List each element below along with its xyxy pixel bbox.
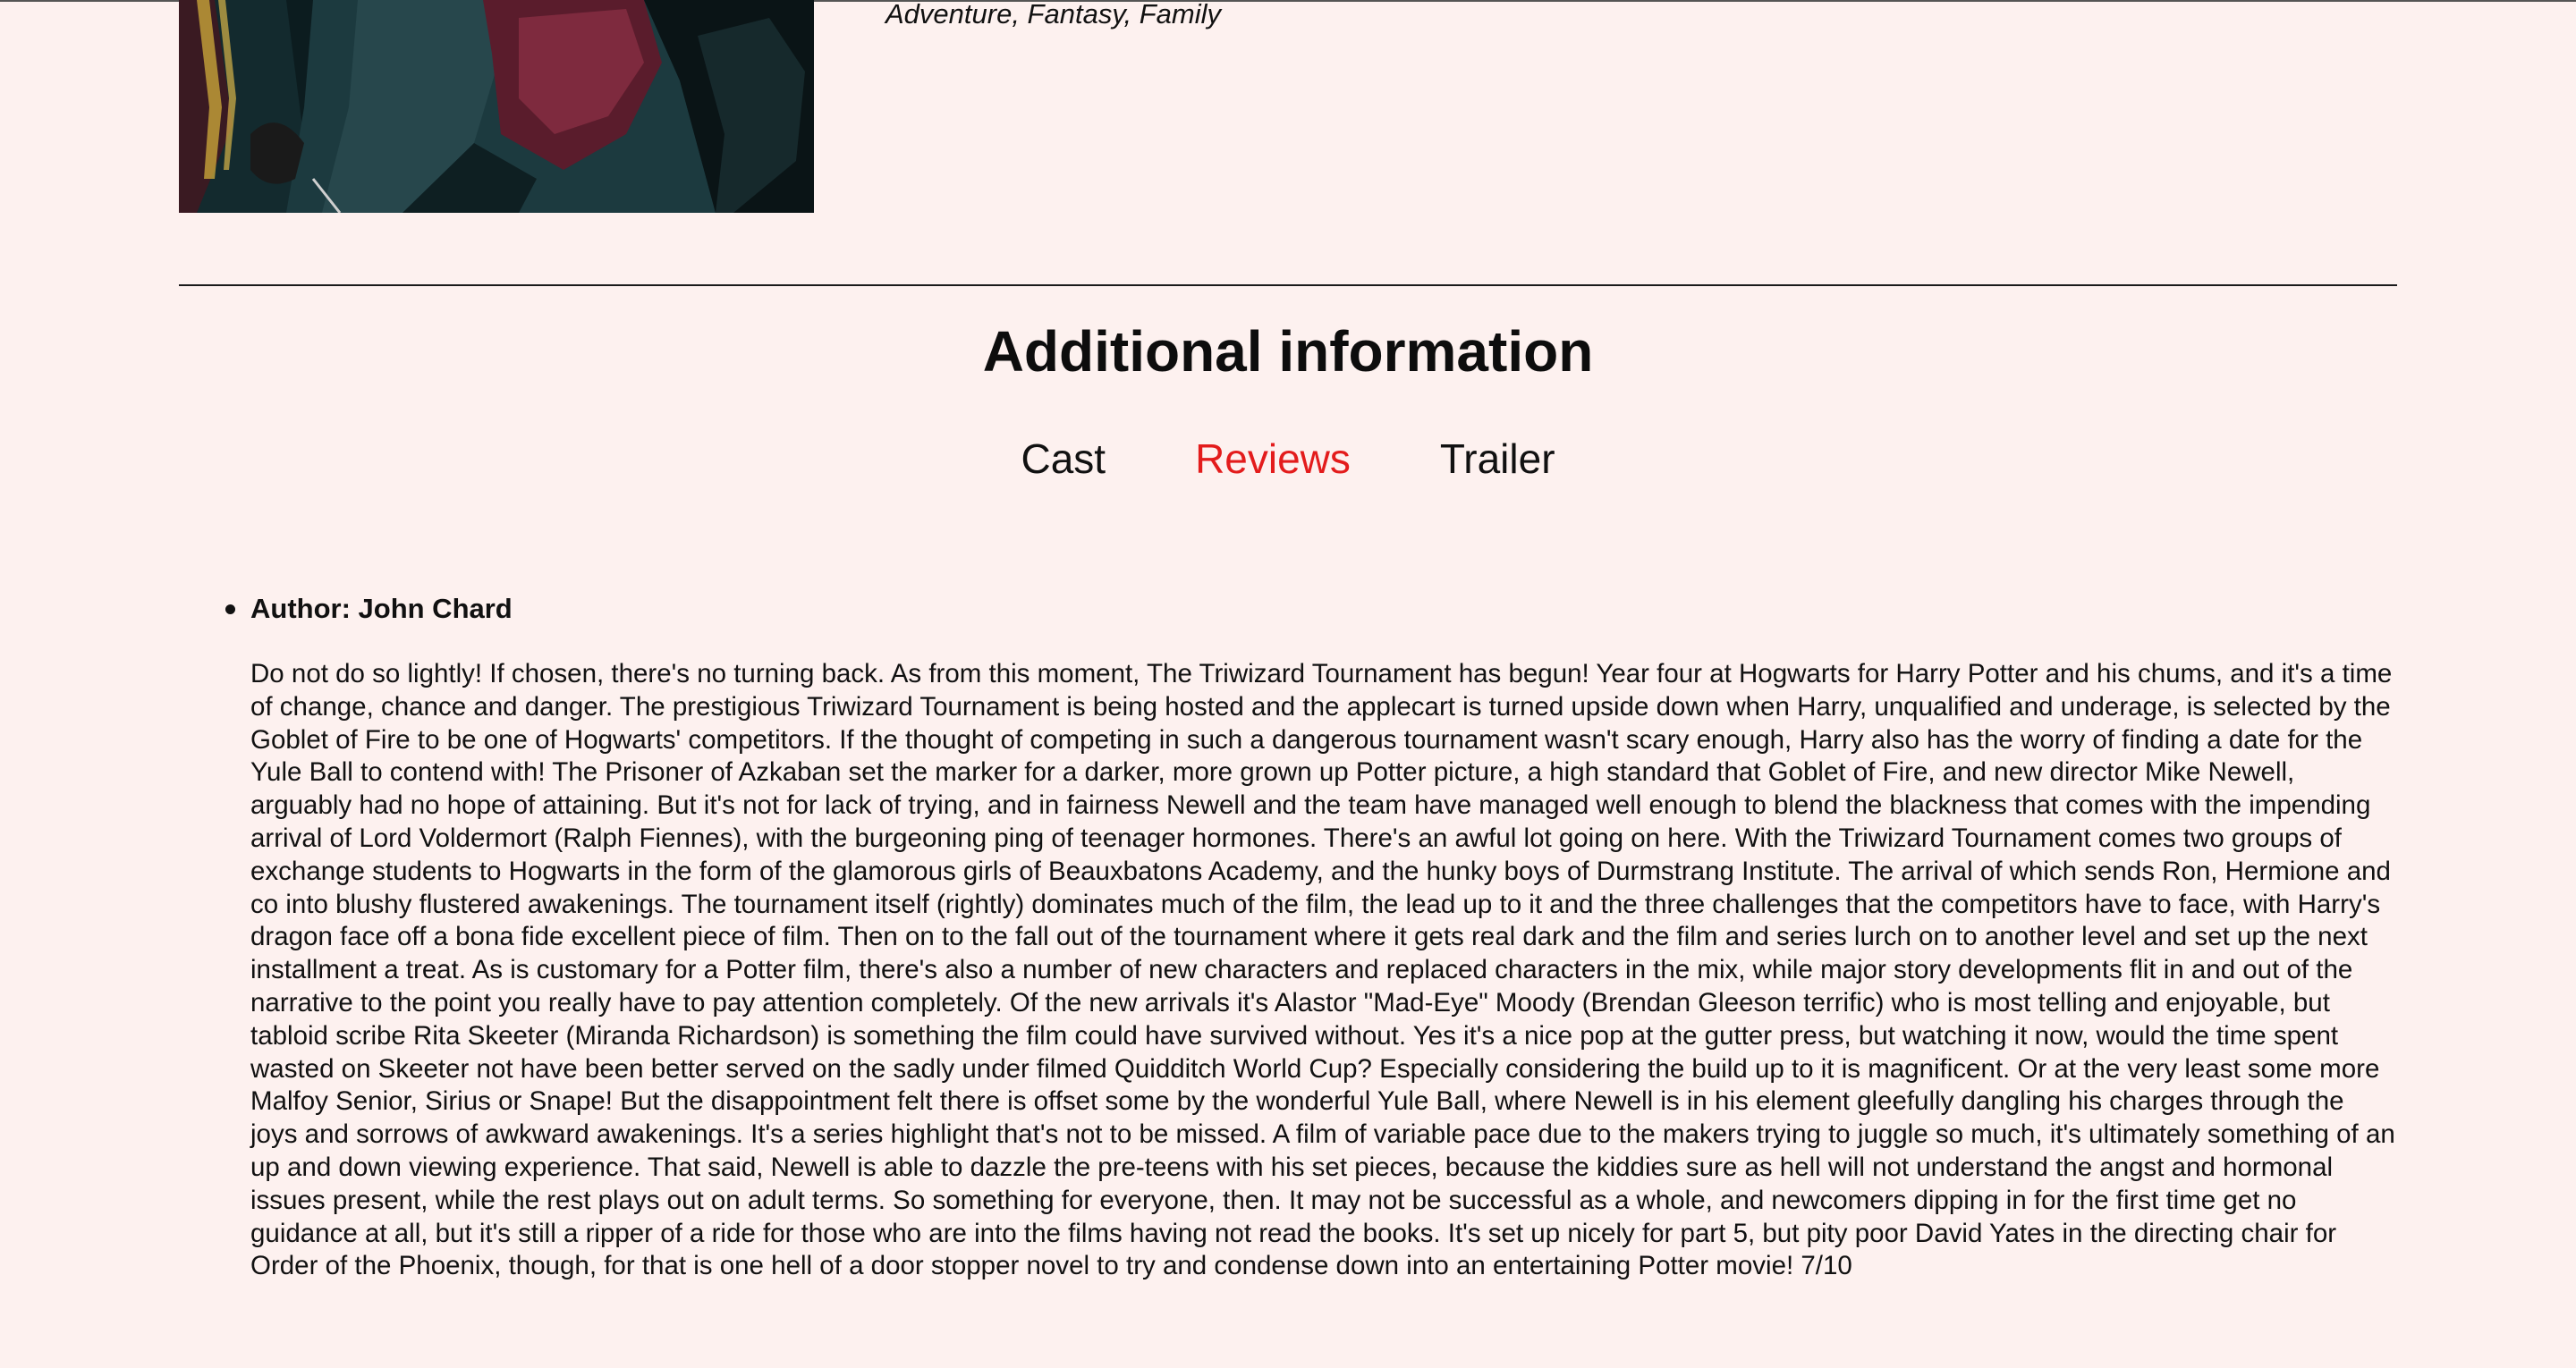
review-content: Do not do so lightly! If chosen, there's… (250, 659, 2395, 1281)
movie-genres: Adventure, Fantasy, Family (886, 0, 1222, 30)
info-tabs: Cast Reviews Trailer (0, 436, 2576, 482)
section-divider (179, 284, 2397, 286)
poster-artwork (179, 0, 814, 213)
list-bullet (225, 604, 235, 614)
tab-trailer[interactable]: Trailer (1440, 436, 1555, 482)
review-item: Author: John Chard Do not do so lightly!… (225, 590, 2397, 1283)
reviews-list: Author: John Chard Do not do so lightly!… (225, 590, 2397, 1283)
movie-poster-image (179, 0, 814, 213)
review-author: Author: John Chard (250, 593, 513, 624)
tab-cast[interactable]: Cast (1021, 436, 1106, 482)
tab-reviews[interactable]: Reviews (1195, 436, 1351, 482)
additional-information-title: Additional information (982, 319, 1594, 384)
